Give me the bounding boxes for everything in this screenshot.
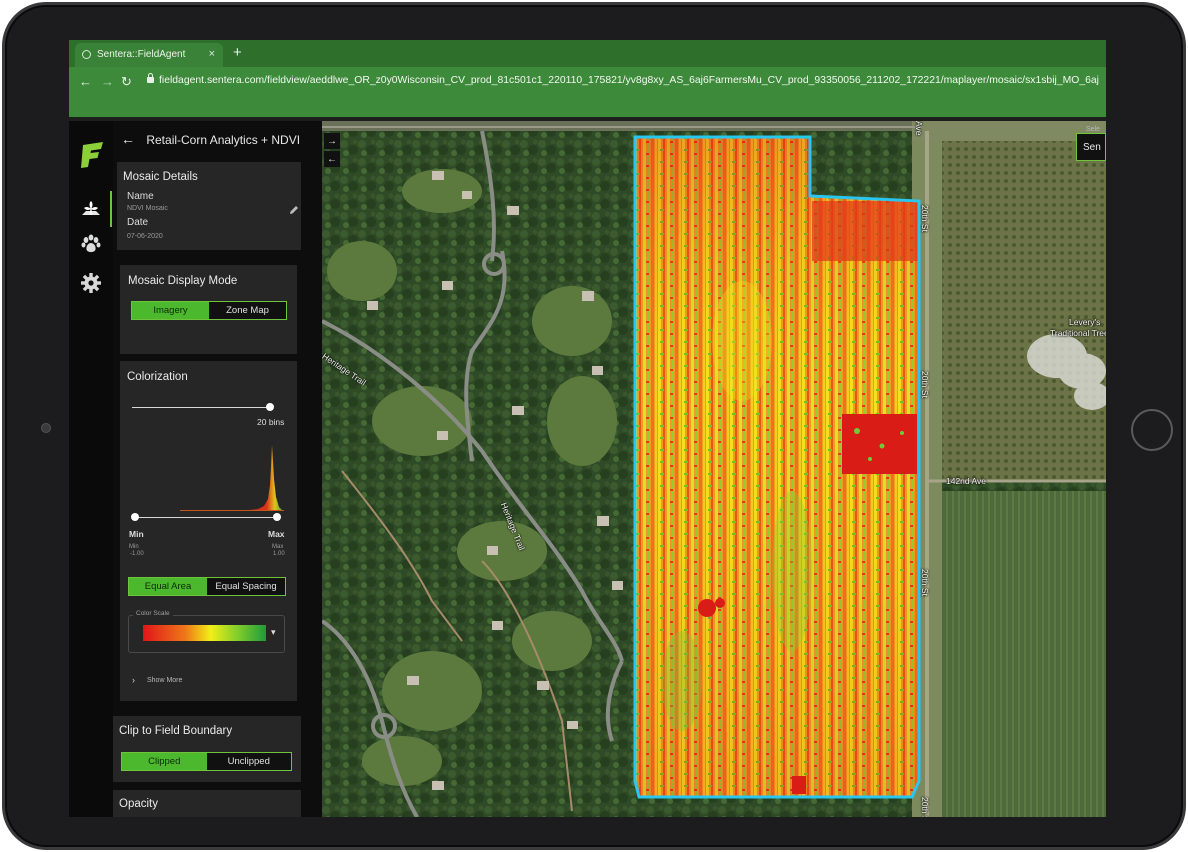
place-label-traditional: Traditional Tree (1050, 328, 1106, 338)
select-button[interactable]: Sen (1076, 133, 1106, 161)
bins-slider-knob[interactable] (266, 403, 274, 411)
display-mode-title: Mosaic Display Mode (128, 275, 238, 287)
max-sub-label: Max (272, 544, 284, 550)
range-max-knob[interactable] (273, 513, 281, 521)
browser-address-bar: ← → ↻ fieldagent.sentera.com/fieldview/a… (69, 67, 1106, 117)
url-field[interactable]: fieldagent.sentera.com/fieldview/aeddlwe… (159, 75, 1099, 86)
road-label-142nd-ave: 142nd Ave (946, 476, 987, 486)
gear-icon[interactable] (79, 271, 103, 295)
field-agent-logo[interactable] (79, 141, 105, 169)
imagery-option[interactable]: Imagery (132, 302, 209, 319)
collapse-panel-button[interactable]: ← (324, 151, 340, 167)
browser-tab[interactable]: Sentera::FieldAgent × (75, 43, 223, 67)
tab-title: Sentera::FieldAgent (97, 49, 186, 60)
display-mode-toggle: Imagery Zone Map (131, 301, 287, 320)
equal-spacing-option[interactable]: Equal Spacing (207, 578, 285, 595)
show-more-caret-icon[interactable]: › (132, 675, 135, 685)
range-min-knob[interactable] (131, 513, 139, 521)
mosaic-details-title: Mosaic Details (123, 171, 198, 183)
front-camera (41, 423, 51, 433)
bins-slider-track (132, 407, 272, 408)
show-more-link[interactable]: Show More (147, 677, 182, 684)
date-label: Date (127, 217, 149, 228)
zone-map-option[interactable]: Zone Map (209, 302, 286, 319)
new-tab-button[interactable]: + (233, 44, 242, 61)
mosaic-details-card: Mosaic Details Name NDVI Mosaic Date 07-… (117, 162, 301, 250)
max-label: Max (268, 529, 285, 539)
side-panel: ← Retail-Corn Analytics + NDVI Mosaic De… (113, 121, 322, 817)
display-mode-card: Mosaic Display Mode Imagery Zone Map (120, 265, 297, 354)
road-label-20th-st-4: 20th St (920, 797, 930, 817)
reload-icon[interactable]: ↻ (121, 74, 132, 90)
road-label-20th-st-2: 20th St (920, 371, 930, 398)
browser-tab-bar: Sentera::FieldAgent × + (69, 40, 1106, 67)
clip-boundary-card: Clip to Field Boundary Clipped Unclipped (113, 716, 301, 782)
name-value: NDVI Mosaic (127, 205, 168, 212)
unclipped-option[interactable]: Unclipped (206, 753, 291, 770)
range-slider-track (135, 517, 277, 518)
opacity-card: Opacity (113, 790, 301, 817)
screen: Sentera::FieldAgent × + ← → ↻ fieldagent… (69, 40, 1106, 817)
place-label-leverys: Levery's (1069, 317, 1101, 327)
tab-close-icon[interactable]: × (209, 48, 215, 60)
colorization-card: Colorization 20 bins Min Max Min -1.00 M… (120, 361, 297, 701)
icon-rail (69, 121, 113, 817)
color-scale-select[interactable]: ▾ (128, 615, 285, 653)
color-scale-label: Color Scale (133, 610, 173, 617)
rail-active-indicator (110, 191, 112, 227)
colorization-title: Colorization (127, 371, 188, 383)
back-arrow-icon[interactable]: ← (121, 131, 135, 147)
forward-arrow-icon[interactable]: → (101, 74, 114, 89)
road-label-20th-st-3: 20th St (920, 569, 930, 596)
color-scale-gradient (143, 625, 266, 641)
map-view[interactable]: → ← Heritage Trail Heritage Trail 20th S… (322, 121, 1106, 817)
map-pin-plant-icon[interactable] (79, 197, 103, 221)
equal-area-option[interactable]: Equal Area (129, 578, 207, 595)
sentera-favicon-icon (82, 50, 91, 59)
road-label-20th-st-1: 20th St (920, 205, 930, 232)
clip-toggle: Clipped Unclipped (121, 752, 292, 771)
date-value: 07-06-2020 (127, 233, 163, 240)
satellite-map (322, 121, 1106, 817)
select-tag: Sele (1085, 126, 1100, 133)
spacing-toggle: Equal Area Equal Spacing (128, 577, 286, 596)
road-label-ave-top: Ave (914, 121, 924, 136)
max-value: 1.00 (273, 551, 285, 557)
panel-header: ← Retail-Corn Analytics + NDVI (121, 131, 300, 147)
name-label: Name (127, 191, 154, 202)
bins-value: 20 bins (257, 417, 285, 427)
opacity-title: Opacity (119, 798, 158, 810)
panel-title: Retail-Corn Analytics + NDVI (146, 133, 301, 147)
min-value: -1.00 (130, 551, 144, 557)
ndvi-histogram (180, 445, 284, 511)
lock-icon (147, 73, 154, 83)
edit-pencil-icon[interactable] (289, 202, 299, 220)
dropdown-caret-icon: ▾ (271, 627, 276, 637)
home-button[interactable] (1131, 409, 1173, 451)
min-sub-label: Min (129, 544, 139, 550)
paw-print-icon[interactable] (79, 232, 103, 256)
clip-boundary-title: Clip to Field Boundary (119, 725, 233, 737)
min-label: Min (129, 529, 144, 539)
back-arrow-icon[interactable]: ← (79, 74, 92, 89)
field-agent-app: ← Retail-Corn Analytics + NDVI Mosaic De… (69, 121, 1106, 817)
expand-panel-button[interactable]: → (324, 133, 340, 149)
clipped-option[interactable]: Clipped (122, 753, 207, 770)
